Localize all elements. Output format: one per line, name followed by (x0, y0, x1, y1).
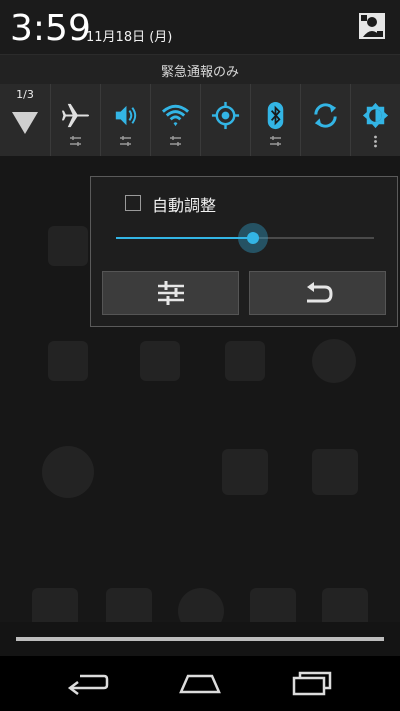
tile-airplane-mode[interactable] (51, 84, 101, 156)
sync-icon (314, 103, 337, 128)
profile-icon[interactable] (358, 12, 386, 40)
brightness-dialog: 自動調整 (90, 176, 398, 327)
speaker-icon (115, 105, 137, 126)
settings-sliders-icon (270, 136, 281, 146)
settings-sliders-icon (157, 281, 184, 305)
page-indicator: 1/3 (16, 88, 34, 101)
ghost-app-icon (42, 446, 94, 498)
ghost-app-icon (140, 341, 180, 381)
home-icon[interactable] (178, 668, 222, 698)
brightness-settings-button[interactable] (102, 271, 239, 315)
slider-fill (116, 237, 253, 239)
auto-brightness-checkbox[interactable] (125, 195, 141, 211)
tile-wifi[interactable] (151, 84, 201, 156)
settings-sliders-icon (170, 136, 181, 146)
brightness-slider[interactable] (116, 223, 374, 253)
settings-sliders-icon (70, 136, 81, 146)
clock: 3:59 (10, 8, 91, 49)
navigation-bar (0, 656, 400, 711)
slider-thumb[interactable] (238, 223, 268, 253)
ghost-clock-icon (312, 339, 356, 383)
ghost-app-icon (48, 226, 88, 266)
bluetooth-icon (267, 101, 284, 130)
undo-icon (306, 282, 333, 303)
ghost-app-icon (222, 449, 268, 495)
notification-header: 3:59 11月18日 (月) (0, 0, 400, 54)
tile-volume[interactable] (101, 84, 151, 156)
wifi-icon (161, 104, 190, 127)
revert-button[interactable] (249, 271, 386, 315)
emergency-text: 緊急通報のみ (160, 65, 239, 80)
ghost-app-icon (48, 341, 88, 381)
airplane-icon (61, 103, 90, 128)
tile-sync[interactable] (301, 84, 351, 156)
tile-bluetooth[interactable] (251, 84, 301, 156)
tile-location[interactable] (201, 84, 251, 156)
auto-brightness-label: 自動調整 (152, 196, 217, 215)
back-icon[interactable] (66, 668, 110, 698)
tile-brightness[interactable] (351, 84, 400, 156)
ghost-app-icon (225, 341, 265, 381)
more-vert-icon (374, 135, 377, 148)
shade-handle-area[interactable] (0, 622, 400, 656)
ghost-app-icon (312, 449, 358, 495)
recent-apps-icon[interactable] (290, 668, 334, 698)
shade-handle[interactable] (16, 637, 384, 641)
quick-settings-bar: 1/3 (0, 84, 400, 156)
brightness-icon (362, 102, 389, 129)
page-switcher[interactable]: 1/3 (0, 84, 51, 156)
date: 11月18日 (月) (86, 30, 173, 45)
gps-icon (211, 101, 240, 130)
settings-sliders-icon (120, 136, 131, 146)
chevron-down-icon (12, 112, 38, 134)
emergency-only-bar: 緊急通報のみ (0, 54, 400, 85)
